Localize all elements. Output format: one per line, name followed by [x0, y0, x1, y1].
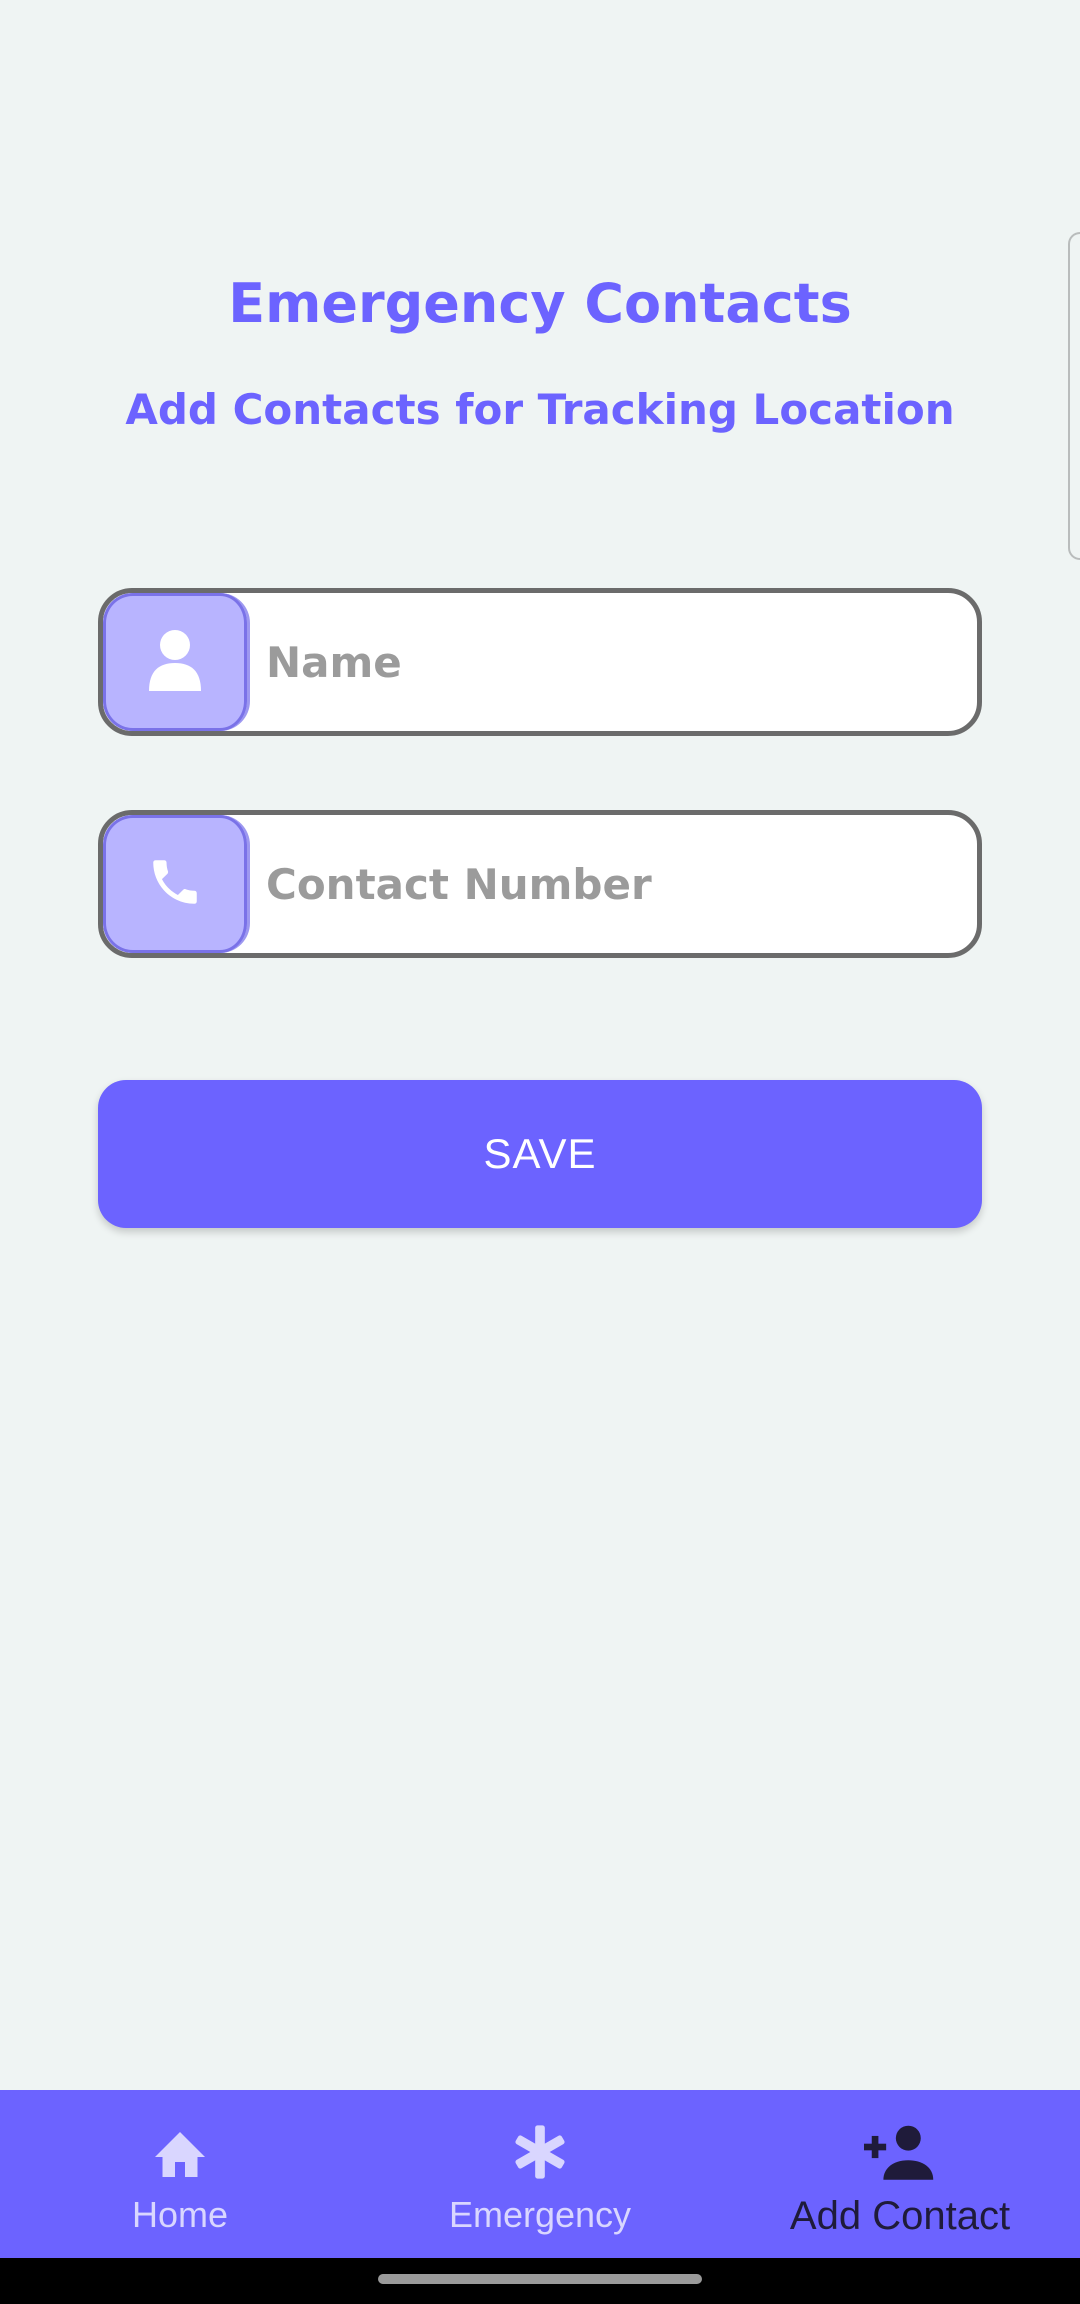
nav-label-add-contact: Add Contact	[789, 2194, 1011, 2238]
nav-item-home[interactable]: Home	[0, 2090, 360, 2258]
person-icon	[147, 627, 203, 697]
nav-item-emergency[interactable]: Emergency	[360, 2090, 720, 2258]
add-person-icon	[864, 2120, 936, 2184]
nav-label-home: Home	[131, 2194, 229, 2235]
screen: Emergency Contacts Add Contacts for Trac…	[0, 0, 1080, 2304]
name-field[interactable]	[98, 588, 982, 736]
bottom-navigation: Home Emergency Add Contact	[0, 2090, 1080, 2258]
page-title: Emergency Contacts	[228, 272, 852, 335]
home-icon	[150, 2120, 210, 2184]
asterisk-icon	[511, 2120, 569, 2184]
phone-icon	[146, 853, 204, 915]
save-button[interactable]: SAVE	[98, 1080, 982, 1228]
page-subtitle: Add Contacts for Tracking Location	[125, 385, 955, 434]
contact-number-input[interactable]	[250, 815, 977, 953]
nav-item-add-contact[interactable]: Add Contact	[720, 2090, 1080, 2258]
nav-label-emergency: Emergency	[448, 2194, 632, 2235]
contact-number-field[interactable]	[98, 810, 982, 958]
home-gesture-indicator[interactable]	[378, 2274, 702, 2284]
name-field-icon-box	[103, 593, 250, 731]
name-input[interactable]	[250, 593, 977, 731]
system-navigation-bar	[0, 2258, 1080, 2304]
phone-field-icon-box	[103, 815, 250, 953]
